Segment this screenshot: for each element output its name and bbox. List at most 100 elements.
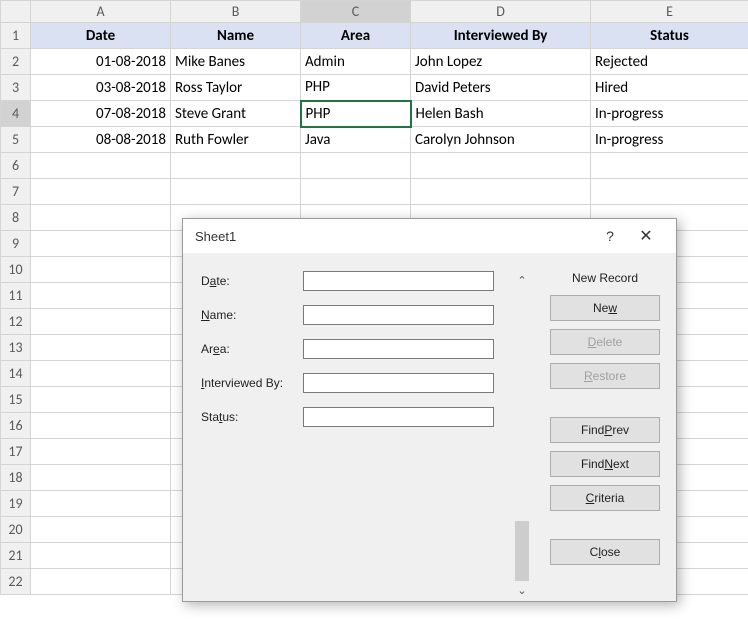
scroll-track[interactable] (515, 289, 529, 581)
row-header[interactable]: 1 (1, 23, 31, 49)
cell[interactable] (31, 569, 171, 595)
scroll-down-icon[interactable]: ⌄ (513, 581, 531, 599)
cell[interactable] (171, 179, 301, 205)
cell[interactable] (31, 387, 171, 413)
column-header[interactable]: C (301, 1, 411, 23)
row-header[interactable]: 15 (1, 387, 31, 413)
row-header[interactable]: 19 (1, 491, 31, 517)
close-icon[interactable]: ✕ (628, 222, 664, 250)
cell[interactable] (31, 361, 171, 387)
column-header[interactable]: A (31, 1, 171, 23)
help-icon[interactable]: ? (592, 222, 628, 250)
close-button[interactable]: Close (550, 539, 660, 565)
scroll-thumb[interactable] (515, 521, 529, 581)
label-interviewed-by: Interviewed By: (201, 376, 303, 390)
cell[interactable] (31, 543, 171, 569)
row-header[interactable]: 17 (1, 439, 31, 465)
cell[interactable]: David Peters (411, 75, 591, 101)
row-header[interactable]: 9 (1, 231, 31, 257)
row-header[interactable]: 7 (1, 179, 31, 205)
row-header[interactable]: 3 (1, 75, 31, 101)
cell[interactable]: Rejected (591, 49, 748, 75)
input-date[interactable] (303, 271, 494, 291)
row-header[interactable]: 12 (1, 309, 31, 335)
new-button[interactable]: New (550, 295, 660, 321)
cell[interactable]: Ruth Fowler (171, 127, 301, 153)
cell[interactable]: In-progress (591, 101, 748, 127)
cell[interactable]: Area (301, 23, 411, 49)
cell[interactable]: Ross Taylor (171, 75, 301, 101)
row-header[interactable]: 18 (1, 465, 31, 491)
row-header[interactable]: 14 (1, 361, 31, 387)
row-header[interactable]: 22 (1, 569, 31, 595)
row-header[interactable]: 5 (1, 127, 31, 153)
cell[interactable]: 08-08-2018 (31, 127, 171, 153)
cell[interactable]: In-progress (591, 127, 748, 153)
row-header[interactable]: 13 (1, 335, 31, 361)
input-interviewed-by[interactable] (303, 373, 494, 393)
cell[interactable] (31, 491, 171, 517)
input-status[interactable] (303, 407, 494, 427)
criteria-button[interactable]: Criteria (550, 485, 660, 511)
cell[interactable] (301, 153, 411, 179)
row-header[interactable]: 6 (1, 153, 31, 179)
row-header[interactable]: 10 (1, 257, 31, 283)
cell[interactable] (31, 231, 171, 257)
cell[interactable]: Status (591, 23, 748, 49)
column-header[interactable]: E (591, 1, 748, 23)
cell[interactable] (31, 257, 171, 283)
column-header[interactable]: B (171, 1, 301, 23)
row-header[interactable]: 16 (1, 413, 31, 439)
cell[interactable]: Name (171, 23, 301, 49)
label-date: Date: (201, 274, 303, 288)
input-area[interactable] (303, 339, 494, 359)
find-prev-button[interactable]: Find Prev (550, 417, 660, 443)
cell[interactable] (31, 205, 171, 231)
input-name[interactable] (303, 305, 494, 325)
cell[interactable]: PHP (301, 101, 411, 127)
cell[interactable]: Helen Bash (411, 101, 591, 127)
cell[interactable] (31, 439, 171, 465)
row-header[interactable]: 20 (1, 517, 31, 543)
cell[interactable] (411, 179, 591, 205)
cell[interactable] (31, 153, 171, 179)
cell[interactable]: Java (301, 127, 411, 153)
column-header[interactable]: D (411, 1, 591, 23)
cell[interactable] (171, 153, 301, 179)
cell[interactable] (301, 179, 411, 205)
cell[interactable] (591, 179, 748, 205)
cell[interactable] (31, 179, 171, 205)
row-header[interactable]: 8 (1, 205, 31, 231)
cell[interactable] (411, 153, 591, 179)
record-scrollbar[interactable]: ⌃ ⌄ (512, 271, 532, 599)
cell[interactable]: Date (31, 23, 171, 49)
cell[interactable]: 03-08-2018 (31, 75, 171, 101)
cell[interactable] (31, 465, 171, 491)
cell[interactable] (31, 283, 171, 309)
row-header[interactable]: 2 (1, 49, 31, 75)
delete-button[interactable]: Delete (550, 329, 660, 355)
cell[interactable]: 01-08-2018 (31, 49, 171, 75)
cell[interactable] (31, 413, 171, 439)
cell[interactable] (31, 335, 171, 361)
label-name: Name: (201, 308, 303, 322)
cell[interactable] (31, 309, 171, 335)
cell[interactable]: Hired (591, 75, 748, 101)
cell[interactable] (31, 517, 171, 543)
select-all-cell[interactable] (1, 1, 31, 23)
cell[interactable]: Steve Grant (171, 101, 301, 127)
cell[interactable]: 07-08-2018 (31, 101, 171, 127)
cell[interactable]: Admin (301, 49, 411, 75)
restore-button[interactable]: Restore (550, 363, 660, 389)
cell[interactable]: PHP (301, 75, 411, 101)
cell[interactable]: John Lopez (411, 49, 591, 75)
cell[interactable]: Mike Banes (171, 49, 301, 75)
cell[interactable]: Carolyn Johnson (411, 127, 591, 153)
scroll-up-icon[interactable]: ⌃ (513, 271, 531, 289)
row-header[interactable]: 4 (1, 101, 31, 127)
cell[interactable]: Interviewed By (411, 23, 591, 49)
find-next-button[interactable]: Find Next (550, 451, 660, 477)
row-header[interactable]: 11 (1, 283, 31, 309)
cell[interactable] (591, 153, 748, 179)
row-header[interactable]: 21 (1, 543, 31, 569)
